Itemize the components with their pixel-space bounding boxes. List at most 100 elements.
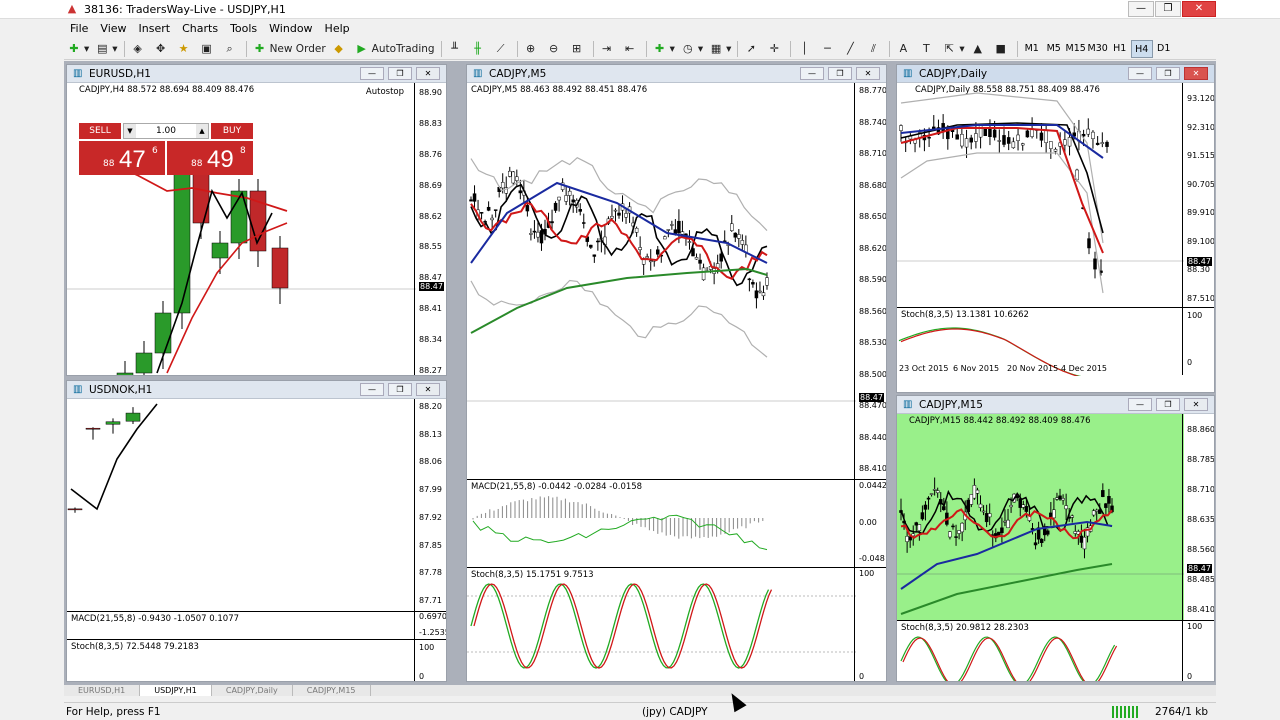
minimize-button[interactable]: — (1128, 398, 1152, 411)
tab-eurusd[interactable]: EURUSD,H1 (64, 685, 141, 696)
close-button[interactable]: ✕ (856, 67, 880, 80)
metaeditor-icon[interactable]: ◆ (329, 40, 352, 58)
menu-help[interactable]: Help (319, 22, 356, 35)
chart-window-header[interactable]: ▥ CADJPY,Daily — ❐ ✕ (897, 65, 1214, 83)
maximize-button[interactable]: ❐ (388, 383, 412, 396)
axis-tick-label: 0 (419, 672, 425, 681)
navigator-icon[interactable]: ✥ (151, 40, 174, 58)
sell-button[interactable]: SELL (79, 123, 121, 139)
maximize-button[interactable]: ❐ (828, 67, 852, 80)
chart-window-header[interactable]: ▥ USDNOK,H1 — ❐ ✕ (67, 381, 446, 399)
cursor-icon[interactable]: ➚ (741, 40, 764, 58)
market-watch-icon[interactable]: ◈ (128, 40, 151, 58)
buy-quote[interactable]: 88 49 8 (167, 141, 253, 175)
label-icon[interactable]: T (916, 40, 939, 58)
chart-window-header[interactable]: ▥ CADJPY,M15 — ❐ ✕ (897, 396, 1214, 414)
new-chart-button[interactable]: ✚ ▾ (64, 40, 92, 58)
profiles-button[interactable]: ▤ ▾ (92, 40, 120, 58)
tf-m1[interactable]: M1 (1021, 40, 1043, 58)
new-order-button[interactable]: ✚ New Order (250, 40, 329, 58)
tf-h4[interactable]: H4 (1130, 39, 1153, 58)
menu-window[interactable]: Window (263, 22, 318, 35)
candle-body (211, 242, 229, 259)
minimize-button[interactable]: — (1128, 67, 1152, 80)
favorites-icon[interactable]: ★ (174, 40, 197, 58)
chart-window-usdnok[interactable]: ▥ USDNOK,H1 — ❐ ✕ 88.20 88.13 88.06 87.99 87.9… (66, 380, 447, 682)
chart-shift-icon[interactable]: ⇥ (597, 40, 620, 58)
close-button[interactable]: ✕ (1184, 398, 1208, 411)
lot-increase-icon[interactable]: ▲ (196, 124, 208, 138)
macd-panel[interactable]: MACD(21,55,8) -0.0442 -0.0284 -0.0158 0.… (467, 479, 886, 567)
chart-window-eurusd[interactable]: ▥ EURUSD,H1 — ❐ ✕ CADJPY,H4 88.572 88.694 … (66, 64, 447, 376)
sell-quote[interactable]: 88 47 6 (79, 141, 165, 175)
triangle-icon[interactable]: ▲ (968, 40, 991, 58)
tf-m5[interactable]: M5 (1043, 40, 1065, 58)
lot-size-input[interactable]: ▼ 1.00 ▲ (123, 123, 209, 139)
maximize-button[interactable]: ❐ (1155, 1, 1181, 17)
periods-icon[interactable]: ◷ ▾ (678, 40, 706, 58)
chart-window-header[interactable]: ▥ CADJPY,M5 — ❐ ✕ (467, 65, 886, 83)
price-chart[interactable]: CADJPY,M15 88.442 88.492 88.409 88.476 8… (897, 414, 1214, 620)
status-bar: For Help, press F1 (jpy) CADJPY 2764/1 k… (64, 702, 1216, 720)
price-chart[interactable]: CADJPY,H4 88.572 88.694 88.409 88.476 Au… (67, 83, 446, 375)
tf-m15[interactable]: M15 (1065, 40, 1087, 58)
indicators-icon[interactable]: ✚ ▾ (650, 40, 678, 58)
menu-view[interactable]: View (94, 22, 132, 35)
minimize-button[interactable]: — (360, 383, 384, 396)
tile-windows-icon[interactable]: ⊞ (567, 40, 590, 58)
menu-charts[interactable]: Charts (176, 22, 224, 35)
trendline-icon[interactable]: ╱ (840, 40, 863, 58)
menu-insert[interactable]: Insert (133, 22, 177, 35)
vertical-line-icon[interactable]: │ (794, 40, 817, 58)
chart-window-cadjpy-m5[interactable]: ▥ CADJPY,M5 — ❐ ✕ CADJPY,M5 88.463 88.492 … (466, 64, 887, 682)
menu-tools[interactable]: Tools (224, 22, 263, 35)
line-chart-icon[interactable]: ⟋ (491, 40, 514, 58)
arrows-icon[interactable]: ⇱ ▾ (939, 40, 967, 58)
menu-file[interactable]: File (64, 22, 94, 35)
tab-cadjpy-m15[interactable]: CADJPY,M15 (293, 685, 371, 696)
price-chart[interactable]: CADJPY,M5 88.463 88.492 88.451 88.476 88… (467, 83, 886, 479)
candlestick-icon[interactable]: ╫ (468, 40, 491, 58)
close-button[interactable]: ✕ (1182, 1, 1216, 17)
templates-icon[interactable]: ▦ ▾ (706, 40, 734, 58)
maximize-button[interactable]: ❐ (1156, 67, 1180, 80)
zoom-out-icon[interactable]: ⊖ (544, 40, 567, 58)
autotrading-button[interactable]: ▶ AutoTrading (352, 40, 438, 58)
chart-window-cadjpy-m15[interactable]: ▥ CADJPY,M15 — ❐ ✕ CADJPY,M15 88.442 88.49… (896, 395, 1215, 682)
tf-h1[interactable]: H1 (1109, 40, 1131, 58)
rectangle-icon[interactable]: ■ (991, 40, 1014, 58)
price-chart[interactable]: 88.20 88.13 88.06 87.99 87.92 87.85 87.78 87.71 (67, 399, 446, 611)
minimize-button[interactable]: — (1128, 1, 1154, 17)
chart-window-cadjpy-daily[interactable]: ▥ CADJPY,Daily — ❐ ✕ CADJPY,Daily 88.558 8… (896, 64, 1215, 393)
minimize-button[interactable]: — (800, 67, 824, 80)
lot-decrease-icon[interactable]: ▼ (124, 124, 136, 138)
tab-usdjpy[interactable]: USDJPY,H1 (140, 685, 212, 696)
minimize-button[interactable]: — (360, 67, 384, 80)
maximize-button[interactable]: ❐ (1156, 398, 1180, 411)
bar-chart-icon[interactable]: ╨ (445, 40, 468, 58)
stochastic-panel[interactable]: Stoch(8,3,5) 72.5448 79.2183 100 0 (67, 639, 446, 681)
candle-body (557, 196, 561, 201)
stochastic-panel[interactable]: Stoch(8,3,5) 13.1381 10.6262 100 0 23 Oct… (897, 307, 1214, 376)
price-chart[interactable]: CADJPY,Daily 88.558 88.751 88.409 88.476… (897, 83, 1214, 307)
channel-icon[interactable]: ⫽ (863, 40, 886, 58)
stochastic-panel[interactable]: Stoch(8,3,5) 20.9812 28.2303 100 0 (897, 620, 1214, 681)
horizontal-line-icon[interactable]: ─ (817, 40, 840, 58)
close-button[interactable]: ✕ (1184, 67, 1208, 80)
maximize-button[interactable]: ❐ (388, 67, 412, 80)
tf-d1[interactable]: D1 (1153, 40, 1175, 58)
crosshair-icon[interactable]: ✛ (764, 40, 787, 58)
text-icon[interactable]: A (893, 40, 916, 58)
chart-window-header[interactable]: ▥ EURUSD,H1 — ❐ ✕ (67, 65, 446, 83)
tester-icon[interactable]: ⌕ (220, 40, 243, 58)
tab-cadjpy-daily[interactable]: CADJPY,Daily (212, 685, 293, 696)
close-button[interactable]: ✕ (416, 67, 440, 80)
close-button[interactable]: ✕ (416, 383, 440, 396)
stochastic-panel[interactable]: Stoch(8,3,5) 15.1751 9.7513 100 0 (467, 567, 886, 681)
terminal-icon[interactable]: ▣ (197, 40, 220, 58)
zoom-in-icon[interactable]: ⊕ (521, 40, 544, 58)
macd-panel[interactable]: MACD(21,55,8) -0.9430 -1.0507 0.1077 0.6… (67, 611, 446, 639)
buy-button[interactable]: BUY (211, 123, 253, 139)
tf-m30[interactable]: M30 (1087, 40, 1109, 58)
autoscroll-icon[interactable]: ⇤ (620, 40, 643, 58)
